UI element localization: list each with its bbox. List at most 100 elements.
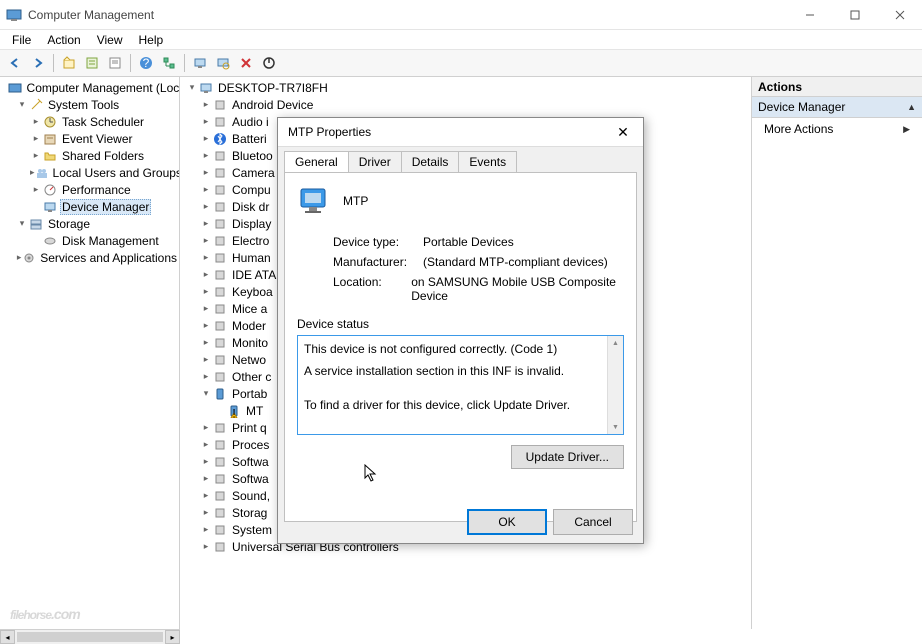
horizontal-scrollbar[interactable]: ◂ ▸: [0, 629, 180, 644]
expand-icon[interactable]: ▸: [200, 201, 212, 212]
expand-icon[interactable]: ▸: [200, 184, 212, 195]
tab-general[interactable]: General: [284, 151, 349, 172]
expand-icon[interactable]: ▸: [200, 167, 212, 178]
expand-icon[interactable]: ▾: [200, 388, 212, 399]
dialog-close-button[interactable]: ✕: [603, 118, 643, 146]
dialog-titlebar[interactable]: MTP Properties ✕: [278, 118, 643, 147]
dev-icon: [212, 148, 228, 164]
enable-button[interactable]: [258, 52, 280, 74]
watermark: filehorse.com: [10, 594, 80, 626]
dev-icon: [212, 165, 228, 181]
expand-icon[interactable]: ▸: [200, 133, 212, 144]
expand-icon[interactable]: ▸: [200, 524, 212, 535]
menu-file[interactable]: File: [4, 31, 39, 49]
expand-icon[interactable]: ▸: [200, 541, 212, 552]
expand-icon[interactable]: ▸: [200, 456, 212, 467]
tab-details[interactable]: Details: [401, 151, 460, 172]
status-scrollbar[interactable]: ▲▼: [607, 336, 623, 434]
dialog-title: MTP Properties: [288, 125, 603, 139]
expand-icon[interactable]: ▸: [200, 269, 212, 280]
device-label: Camera: [230, 166, 277, 180]
device-label: Bluetoo: [230, 149, 275, 163]
tree-device-manager[interactable]: ▸Device Manager: [28, 198, 179, 215]
device-node[interactable]: ▸Android Device: [186, 96, 751, 113]
expand-icon[interactable]: ▸: [200, 99, 212, 110]
value-device-type: Portable Devices: [423, 235, 514, 249]
expand-icon[interactable]: ▸: [200, 286, 212, 297]
dev-icon: [212, 488, 228, 504]
tree-event-viewer[interactable]: ▸Event Viewer: [28, 130, 179, 147]
help-button[interactable]: ?: [135, 52, 157, 74]
storage-icon: [28, 216, 44, 232]
device-label: Keyboa: [230, 285, 275, 299]
expand-icon[interactable]: ▸: [200, 337, 212, 348]
expand-icon[interactable]: ▸: [200, 439, 212, 450]
perf-icon: [42, 182, 58, 198]
dev-icon: [212, 471, 228, 487]
label-manufacturer: Manufacturer:: [333, 255, 423, 269]
menu-action[interactable]: Action: [39, 31, 88, 49]
actions-title-row[interactable]: Device Manager▲: [752, 97, 922, 118]
ok-button[interactable]: OK: [467, 509, 547, 535]
app-icon: [6, 7, 22, 23]
cancel-button[interactable]: Cancel: [553, 509, 633, 535]
expand-icon[interactable]: ▸: [200, 252, 212, 263]
device-label: Audio i: [230, 115, 271, 129]
tree-button[interactable]: [158, 52, 180, 74]
export-button[interactable]: [104, 52, 126, 74]
device-label: DESKTOP-TR7I8FH: [216, 81, 330, 95]
tree-storage[interactable]: ▾Storage: [14, 215, 179, 232]
expand-icon[interactable]: ▸: [200, 150, 212, 161]
device-label: Display: [230, 217, 273, 231]
expand-icon[interactable]: ▸: [200, 116, 212, 127]
tree-performance[interactable]: ▸Performance: [28, 181, 179, 198]
device-node[interactable]: ▾ DESKTOP-TR7I8FH: [186, 79, 751, 96]
tree-task-scheduler[interactable]: ▸Task Scheduler: [28, 113, 179, 130]
device-status-box[interactable]: This device is not configured correctly.…: [297, 335, 624, 435]
expand-icon[interactable]: ▸: [200, 218, 212, 229]
tree-root[interactable]: ▸Computer Management (Local: [0, 79, 179, 96]
expand-icon[interactable]: ▸: [200, 473, 212, 484]
maximize-button[interactable]: [832, 0, 877, 29]
tree-system-tools[interactable]: ▾System Tools: [14, 96, 179, 113]
device-label: Print q: [230, 421, 269, 435]
tree-disk-management[interactable]: ▸Disk Management: [28, 232, 179, 249]
scroll-left-button[interactable]: ◂: [0, 630, 15, 644]
expand-icon[interactable]: ▸: [200, 235, 212, 246]
monitor-button[interactable]: [189, 52, 211, 74]
forward-button[interactable]: [27, 52, 49, 74]
expand-icon[interactable]: ▸: [200, 422, 212, 433]
expand-icon[interactable]: ▸: [200, 354, 212, 365]
scroll-right-button[interactable]: ▸: [165, 630, 180, 644]
tree-shared-folders[interactable]: ▸Shared Folders: [28, 147, 179, 164]
tree-local-users[interactable]: ▸Local Users and Groups: [28, 164, 179, 181]
menu-help[interactable]: Help: [131, 31, 172, 49]
delete-button[interactable]: [235, 52, 257, 74]
menu-view[interactable]: View: [89, 31, 131, 49]
folder-icon: [42, 148, 58, 164]
scroll-thumb[interactable]: [17, 632, 163, 642]
up-button[interactable]: [58, 52, 80, 74]
expand-icon[interactable]: ▸: [200, 320, 212, 331]
dev-icon: [212, 250, 228, 266]
back-button[interactable]: [4, 52, 26, 74]
close-button[interactable]: [877, 0, 922, 29]
device-status-label: Device status: [297, 317, 624, 331]
event-icon: [42, 131, 58, 147]
scan-button[interactable]: [212, 52, 234, 74]
expand-icon[interactable]: ▸: [200, 507, 212, 518]
expand-icon[interactable]: ▸: [200, 303, 212, 314]
tab-events[interactable]: Events: [458, 151, 517, 172]
tab-driver[interactable]: Driver: [348, 151, 402, 172]
more-actions[interactable]: More Actions▶: [752, 118, 922, 140]
expand-icon[interactable]: ▸: [200, 371, 212, 382]
properties-button[interactable]: [81, 52, 103, 74]
expand-icon[interactable]: ▸: [200, 490, 212, 501]
portable-icon: [212, 386, 228, 402]
disk-icon: [42, 233, 58, 249]
update-driver-button[interactable]: Update Driver...: [511, 445, 624, 469]
minimize-button[interactable]: [787, 0, 832, 29]
expand-icon[interactable]: ▾: [186, 82, 198, 93]
tree-services-apps[interactable]: ▸Services and Applications: [14, 249, 179, 266]
dev-icon: [212, 114, 228, 130]
